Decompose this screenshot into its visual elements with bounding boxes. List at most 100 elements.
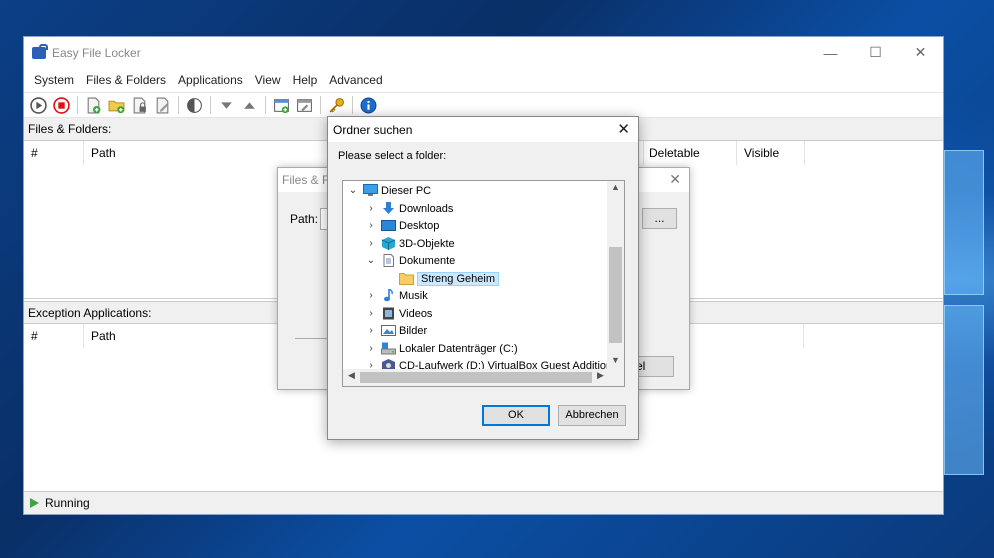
lock-file-icon [133,97,146,113]
status-text: Running [45,496,90,510]
path-label: Path: [290,212,319,226]
tree-item-this-pc[interactable]: ⌄ Dieser PC [347,182,431,199]
menu-help[interactable]: Help [287,73,324,87]
chevron-down-icon[interactable]: ⌄ [365,255,377,266]
lock-icon [32,43,48,59]
ok-button[interactable]: OK [482,405,550,426]
vertical-scrollbar[interactable]: ▲ ▼ [607,181,624,371]
scrollbar-thumb[interactable] [360,372,592,383]
move-down-button[interactable] [215,94,237,116]
chevron-right-icon[interactable]: › [365,290,377,301]
chevron-right-icon[interactable]: › [365,220,377,231]
move-up-button[interactable] [238,94,260,116]
password-button[interactable] [325,94,347,116]
drive-icon [381,342,396,355]
edit-file-icon [156,97,168,113]
toolbar-separator [210,96,211,114]
menu-advanced[interactable]: Advanced [323,73,388,87]
dialog-title: Ordner suchen [328,117,638,142]
column-header-number[interactable]: # [24,141,84,165]
play-icon [29,96,47,114]
add-folder-icon [108,100,124,113]
tree-item-streng-geheim[interactable]: Streng Geheim [395,270,499,287]
3d-objects-icon [381,237,396,250]
toolbar-separator [352,96,353,114]
browse-folder-dialog: Ordner suchen ✕ Please select a folder: … [327,116,639,440]
folder-icon [399,272,414,285]
tree-item-label: 3D-Objekte [399,237,455,250]
add-folder-button[interactable] [105,94,127,116]
tree-item-label: Desktop [399,219,440,232]
menu-files-folders[interactable]: Files & Folders [80,73,172,87]
menu-bar: System Files & Folders Applications View… [24,68,943,92]
running-icon [30,498,39,508]
documents-icon [381,254,396,267]
tree-item-local-disk[interactable]: › Lokaler Datenträger (C:) [365,340,518,357]
lock-file-button[interactable] [128,94,150,116]
edit-application-icon [296,98,312,112]
close-icon[interactable]: ✕ [617,120,630,138]
tree-item-pictures[interactable]: › Bilder [365,322,427,339]
stop-button[interactable] [50,94,72,116]
folder-tree[interactable]: ⌄ Dieser PC › Downloads › Desktop › 3D-O… [342,180,625,387]
chevron-right-icon[interactable]: › [365,308,377,319]
add-application-button[interactable] [270,94,292,116]
chevron-right-icon[interactable]: › [365,203,377,214]
toolbar-separator [320,96,321,114]
scrollbar-thumb[interactable] [609,247,622,343]
tree-item-downloads[interactable]: › Downloads [365,200,453,217]
tree-item-music[interactable]: › Musik [365,287,428,304]
column-header-visible[interactable]: Visible [737,141,805,165]
chevron-down-icon[interactable]: ⌄ [347,185,359,196]
scroll-left-icon[interactable]: ◀ [343,370,360,381]
pictures-icon [381,324,396,337]
toolbar-separator [178,96,179,114]
toolbar-separator [77,96,78,114]
tree-item-3d-objects[interactable]: › 3D-Objekte [365,235,455,252]
edit-application-button[interactable] [293,94,315,116]
tree-item-documents[interactable]: ⌄ Dokumente [365,252,455,269]
windows-logo [944,150,984,480]
tree-item-label: Dokumente [399,254,456,267]
horizontal-scrollbar[interactable]: ◀ ▶ [343,369,609,386]
cancel-button[interactable]: Abbrechen [558,405,626,426]
scroll-down-icon[interactable]: ▼ [607,355,624,365]
pc-icon [363,184,378,197]
dialog-prompt: Please select a folder: [338,150,447,162]
music-icon [381,288,396,302]
minimize-button[interactable]: — [808,37,853,68]
tree-item-label-selected: Streng Geheim [417,271,499,286]
downloads-icon [381,202,396,215]
browse-button[interactable]: ... [642,208,677,229]
scroll-up-icon[interactable]: ▲ [607,182,624,192]
tree-item-label: Downloads [399,202,454,215]
arrow-up-icon [243,101,255,109]
add-file-icon [87,97,100,113]
toggle-button[interactable] [183,94,205,116]
column-header-deletable[interactable]: Deletable [642,141,737,165]
column-header-number[interactable]: # [24,324,84,348]
close-icon[interactable]: ✕ [669,171,681,188]
menu-system[interactable]: System [28,73,80,87]
menu-applications[interactable]: Applications [172,73,249,87]
tree-item-desktop[interactable]: › Desktop [365,217,439,234]
tree-item-label: Dieser PC [381,184,432,197]
window-title: Easy File Locker [52,45,141,60]
close-button[interactable]: ✕ [898,37,943,68]
tree-item-label: Musik [399,289,428,302]
edit-file-button[interactable] [151,94,173,116]
add-application-icon [273,98,289,113]
about-button[interactable] [357,94,379,116]
chevron-right-icon[interactable]: › [365,325,377,336]
add-file-button[interactable] [82,94,104,116]
arrow-down-icon [220,101,232,109]
menu-view[interactable]: View [249,73,287,87]
tree-item-videos[interactable]: › Videos [365,305,432,322]
start-button[interactable] [27,94,49,116]
info-icon [360,97,376,113]
maximize-button[interactable]: ☐ [853,37,898,68]
chevron-right-icon[interactable]: › [365,343,377,354]
title-bar: Easy File Locker — ☐ ✕ [24,37,943,68]
chevron-right-icon[interactable]: › [365,238,377,249]
tree-item-label: Videos [399,307,433,320]
